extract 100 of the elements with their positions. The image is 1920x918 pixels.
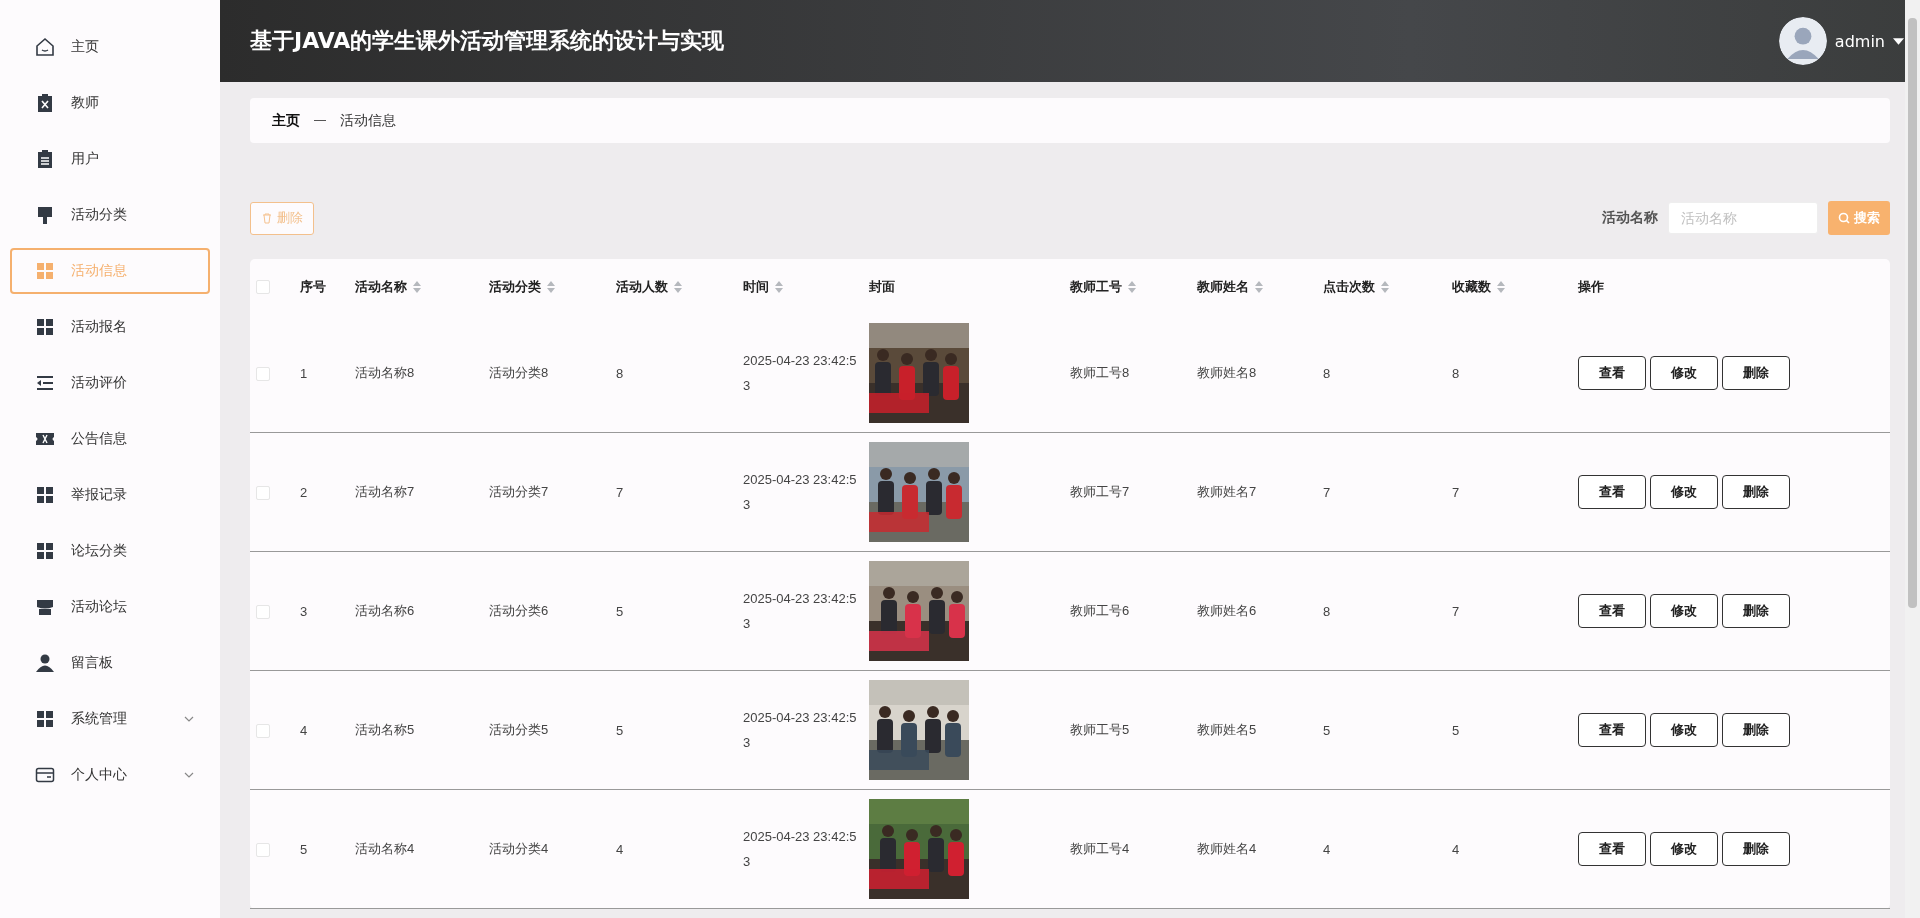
card-icon [35, 765, 55, 785]
table-cell-text: 2025-04-23 23:42:53 [743, 471, 858, 514]
sidebar-item[interactable]: 活动评价 [10, 360, 210, 406]
table-cell: 教师姓名8 [1197, 365, 1257, 380]
sidebar-item[interactable]: 留言板 [10, 640, 210, 686]
action-button[interactable]: 查看 [1578, 475, 1646, 509]
table-cell: 活动分类8 [489, 365, 549, 380]
action-button[interactable]: 修改 [1650, 475, 1718, 509]
action-button[interactable]: 修改 [1650, 356, 1718, 390]
search-icon [1838, 212, 1850, 224]
sort-icon[interactable] [674, 280, 682, 293]
table-cell: 活动名称5 [355, 722, 415, 737]
grid-icon [35, 709, 55, 729]
column-header[interactable]: 教师姓名 [1197, 277, 1263, 296]
table-cell: 8 [1323, 365, 1331, 381]
grid-icon [35, 261, 55, 281]
action-button[interactable]: 查看 [1578, 713, 1646, 747]
person-icon [35, 653, 55, 673]
search-label: 活动名称 [1602, 209, 1658, 227]
action-button[interactable]: 删除 [1722, 475, 1790, 509]
sidebar-item[interactable]: 活动分类 [10, 192, 210, 238]
sidebar-item[interactable]: 用户 [10, 136, 210, 182]
brush-icon [35, 205, 55, 225]
table-cell: 活动名称6 [355, 603, 415, 618]
action-button[interactable]: 删除 [1722, 713, 1790, 747]
avatar-icon [1778, 17, 1827, 65]
sidebar-item[interactable]: 论坛分类 [10, 528, 210, 574]
column-header: 序号 [300, 277, 326, 296]
table-cell: 活动分类5 [489, 722, 549, 737]
table-cell: 教师姓名4 [1197, 841, 1257, 856]
sidebar-item[interactable]: 教师 [10, 80, 210, 126]
breadcrumb-link[interactable]: 主页 [272, 111, 300, 130]
row-checkbox[interactable] [256, 723, 270, 738]
sidebar-item[interactable]: 活动论坛 [10, 584, 210, 630]
action-button[interactable]: 查看 [1578, 594, 1646, 628]
sidebar-item[interactable]: 活动报名 [10, 304, 210, 350]
user-menu[interactable]: admin [1834, 31, 1885, 51]
sidebar-item[interactable]: 举报记录 [10, 472, 210, 518]
table-cell: 活动名称4 [355, 841, 415, 856]
breadcrumb-link[interactable]: 活动信息 [340, 111, 396, 130]
column-header[interactable]: 活动人数 [616, 277, 682, 296]
sort-icon[interactable] [1128, 280, 1136, 293]
clipboard-icon [35, 149, 55, 169]
table-cell: 教师姓名7 [1197, 484, 1257, 499]
shop-icon [35, 597, 55, 617]
table-cell: 8 [1452, 365, 1460, 381]
sidebar-item[interactable]: 个人中心 [10, 752, 210, 798]
table-cell: 7 [1323, 484, 1331, 500]
action-button[interactable]: 查看 [1578, 356, 1646, 390]
sort-icon[interactable] [413, 280, 421, 293]
chevron-icon[interactable] [184, 716, 194, 722]
scroll-bar[interactable] [1905, 0, 1920, 918]
page-title: 基于JAVA的学生课外活动管理系统的设计与实现 [250, 27, 725, 55]
row-checkbox[interactable] [256, 485, 270, 500]
table-cell-text: 2025-04-23 23:42:53 [743, 352, 858, 395]
table-cell: 3 [300, 603, 308, 619]
table-cell: 教师工号5 [1070, 722, 1130, 737]
table-cell-text: 2025-04-23 23:42:53 [743, 590, 858, 633]
caret-icon[interactable] [1893, 37, 1904, 45]
indent-icon [35, 373, 55, 393]
column-header[interactable]: 时间 [743, 277, 783, 296]
sidebar-item[interactable]: 主页 [10, 24, 210, 70]
row-checkbox[interactable] [256, 366, 270, 381]
column-header[interactable]: 收藏数 [1452, 277, 1505, 296]
table-cell: 2 [300, 484, 308, 500]
column-header[interactable]: 点击次数 [1323, 277, 1389, 296]
action-button[interactable]: 修改 [1650, 713, 1718, 747]
table-cell: 1 [300, 365, 308, 381]
sort-icon[interactable] [1381, 280, 1389, 293]
table-cell: 活动名称8 [355, 365, 415, 380]
action-button[interactable]: 修改 [1650, 832, 1718, 866]
table-cell: 教师工号6 [1070, 603, 1130, 618]
search-field[interactable]: 活动名称 [1668, 202, 1818, 234]
action-button[interactable]: 查看 [1578, 832, 1646, 866]
table-cell-text: 2025-04-23 23:42:53 [743, 828, 858, 871]
table-cell: 8 [1323, 603, 1331, 619]
sidebar-item[interactable]: 系统管理 [10, 696, 210, 742]
sort-icon[interactable] [775, 280, 783, 293]
action-button[interactable]: 删除 [1722, 594, 1790, 628]
table-cell-text: 2025-04-23 23:42:53 [743, 709, 858, 752]
column-header[interactable]: 活动分类 [489, 277, 555, 296]
action-button[interactable]: 删除 [1722, 356, 1790, 390]
row-checkbox[interactable] [256, 604, 270, 619]
table-cell: 5 [616, 722, 624, 738]
action-button[interactable]: 修改 [1650, 594, 1718, 628]
chevron-icon[interactable] [184, 772, 194, 778]
sidebar-item[interactable]: 公告信息 [10, 416, 210, 462]
column-header[interactable]: 教师工号 [1070, 277, 1136, 296]
table-cell: 教师工号4 [1070, 841, 1130, 856]
action-button[interactable]: 删除 [1722, 832, 1790, 866]
sort-icon[interactable] [1497, 280, 1505, 293]
column-header[interactable]: 活动名称 [355, 277, 421, 296]
select-all-checkbox[interactable] [256, 280, 270, 295]
sort-icon[interactable] [547, 280, 555, 293]
table-cell: 4 [1452, 841, 1460, 857]
grid-icon [35, 541, 55, 561]
table-cell: 7 [616, 484, 624, 500]
sort-icon[interactable] [1255, 280, 1263, 293]
grid-icon [35, 317, 55, 337]
row-checkbox[interactable] [256, 842, 270, 857]
